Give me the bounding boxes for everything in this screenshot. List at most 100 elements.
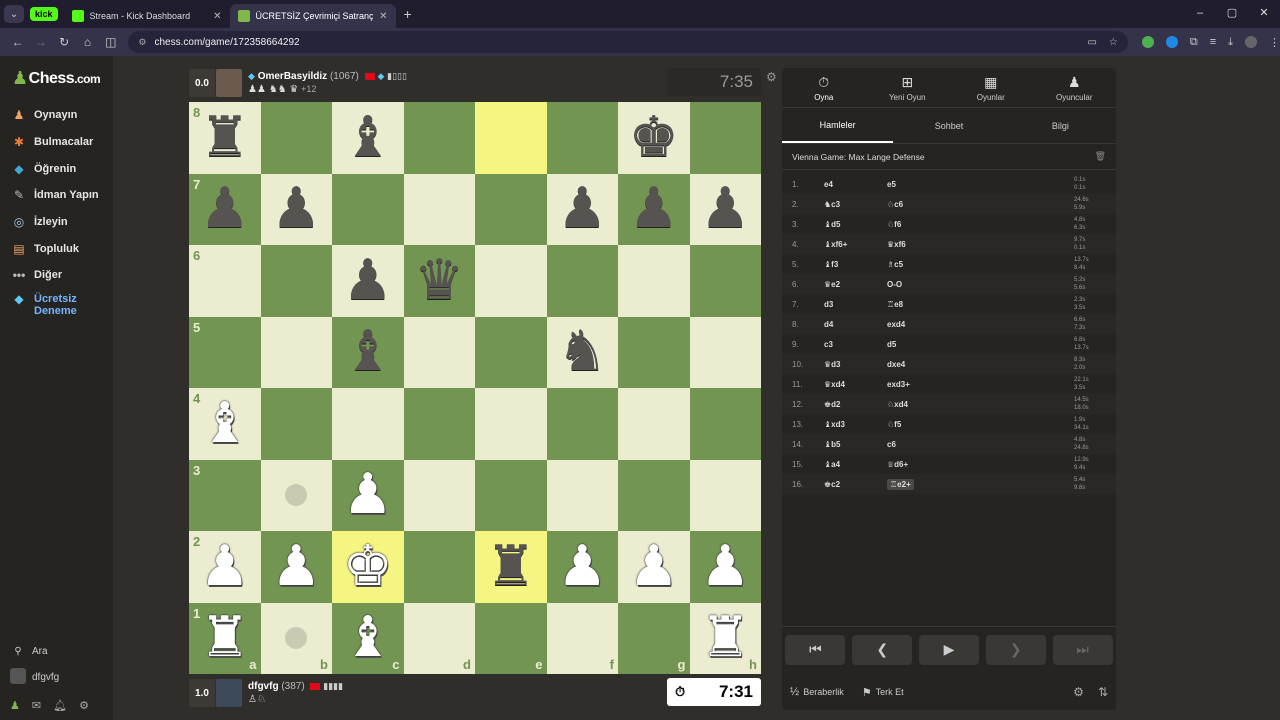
square-f5[interactable]: ♞ (546, 316, 618, 388)
close-icon[interactable]: ✕ (213, 11, 221, 22)
square-g5[interactable] (618, 316, 690, 388)
extension-icon[interactable] (1165, 36, 1178, 48)
square-e4[interactable] (475, 388, 547, 460)
white-move[interactable]: d4 (824, 320, 887, 329)
square-d2[interactable] (403, 531, 475, 603)
white-move[interactable]: ♚d2 (824, 400, 887, 409)
sidebar-item-free-trial[interactable]: ◆ Ücretsiz Deneme (10, 292, 99, 323)
black-rook-icon[interactable]: ♜ (200, 109, 250, 166)
black-move[interactable]: ♘xd4 (887, 400, 1057, 409)
black-knight-icon[interactable]: ♞ (557, 324, 607, 380)
tab-info[interactable]: Bilgi (1005, 108, 1116, 143)
square-g8[interactable]: ♚ (618, 102, 690, 174)
square-g6[interactable] (618, 245, 690, 317)
white-rook-icon[interactable]: ♜ (700, 610, 750, 666)
mail-icon[interactable]: ✉ (32, 699, 41, 712)
square-b5[interactable] (260, 316, 332, 388)
square-a6[interactable]: 6 (189, 245, 261, 317)
tab-chat[interactable]: Sohbet (893, 108, 1004, 143)
first-move-button[interactable]: ⏮︎ (785, 634, 846, 665)
tab-group-kick[interactable]: kick (30, 7, 58, 21)
forward-icon[interactable]: → (29, 35, 52, 49)
extension-icon[interactable] (1141, 36, 1154, 48)
black-pawn-icon[interactable]: ♟ (629, 181, 679, 237)
square-a5[interactable]: 5 (189, 316, 261, 388)
cast-icon[interactable]: ▭ (1087, 37, 1096, 48)
site-info-icon[interactable]: ⚙ (138, 37, 146, 48)
black-pawn-icon[interactable]: ♟ (700, 181, 750, 237)
square-h2[interactable]: ♟ (689, 531, 761, 603)
square-f2[interactable]: ♟ (546, 531, 618, 603)
next-move-button[interactable]: ❯ (985, 634, 1046, 665)
white-pawn-icon[interactable]: ♟ (629, 538, 679, 595)
flip-board-icon[interactable]: ⇅ (1098, 685, 1108, 699)
split-view-icon[interactable]: ◫ (99, 35, 122, 49)
black-queen-icon[interactable]: ♛ (414, 252, 464, 309)
square-h4[interactable] (689, 388, 761, 460)
chesscom-logo[interactable]: ♟ Chess .com (12, 68, 101, 89)
bell-icon[interactable]: 🔔︎ (53, 699, 67, 712)
white-move[interactable]: ♛xd4 (824, 380, 887, 389)
white-move[interactable]: ♝xd3 (824, 420, 887, 429)
white-pawn-icon[interactable]: ♟ (700, 538, 750, 595)
white-move[interactable]: ♚c2 (824, 480, 887, 489)
square-c2[interactable]: ♚ (332, 531, 404, 603)
black-move[interactable]: O-O (887, 280, 1057, 289)
sidebar-search[interactable]: ⚲ Ara (10, 638, 110, 664)
square-a7[interactable]: 7 ♟ (189, 173, 261, 245)
square-f6[interactable] (546, 245, 618, 317)
square-e6[interactable] (475, 245, 547, 317)
white-move[interactable]: ♛d3 (824, 360, 887, 369)
gear-icon[interactable]: ⚙ (79, 699, 89, 712)
sidebar-item-train[interactable]: ✎ İdman Yapın (10, 182, 99, 209)
square-d6[interactable]: ♛ (403, 245, 475, 317)
square-c7[interactable] (332, 173, 404, 245)
profile-avatar[interactable] (1245, 36, 1258, 48)
white-move[interactable]: ♝a4 (824, 460, 887, 469)
square-e3[interactable] (475, 459, 547, 531)
square-c3[interactable]: ♟ (332, 459, 404, 531)
square-a8[interactable]: 8 ♜ (189, 102, 261, 174)
square-e5[interactable] (475, 316, 547, 388)
sidebar-item-community[interactable]: ▤ Topluluk (10, 235, 99, 262)
white-rook-icon[interactable]: ♜ (200, 610, 250, 666)
tab-play[interactable]: ⏱︎ Oyna (782, 68, 866, 107)
square-a2[interactable]: 2 ♟ (189, 531, 261, 603)
black-move[interactable]: ♘f5 (887, 420, 1057, 429)
square-g4[interactable] (618, 388, 690, 460)
sidebar-item-watch[interactable]: ◎ İzleyin (10, 209, 99, 236)
legal-move-hint[interactable] (285, 627, 308, 650)
black-move[interactable]: ♕d6+ (887, 460, 1057, 469)
square-h3[interactable] (689, 459, 761, 531)
black-move[interactable]: ♘c6 (887, 200, 1057, 209)
square-d5[interactable] (403, 316, 475, 388)
black-bishop-icon[interactable]: ♝ (343, 324, 393, 380)
download-icon[interactable]: ⤓ (1228, 36, 1233, 49)
black-pawn-icon[interactable]: ♟ (271, 181, 321, 237)
square-e8[interactable] (475, 102, 547, 174)
white-move[interactable]: ♝d5 (824, 220, 887, 229)
square-f8[interactable] (546, 102, 618, 174)
white-move[interactable]: ♛e2 (824, 280, 887, 289)
square-h8[interactable] (689, 102, 761, 174)
avatar[interactable] (216, 679, 242, 707)
square-f3[interactable] (546, 459, 618, 531)
square-e7[interactable] (475, 173, 547, 245)
minimize-icon[interactable]: – (1184, 0, 1216, 26)
square-b4[interactable] (260, 388, 332, 460)
sidebar-item-more[interactable]: ••• Diğer (10, 262, 99, 289)
black-move[interactable]: ♖e2+ (887, 478, 1057, 490)
white-pawn-icon[interactable]: ♟ (271, 538, 321, 595)
home-icon[interactable]: ⌂ (76, 35, 99, 49)
new-tab-button[interactable]: + (404, 6, 412, 22)
tab-games[interactable]: ▦ Oyunlar (949, 68, 1033, 107)
share-icon[interactable]: ⚙ (1073, 685, 1084, 699)
square-e1[interactable]: e (475, 602, 547, 674)
trash-icon[interactable]: 🗑︎ (1095, 151, 1106, 162)
square-b2[interactable]: ♟ (260, 531, 332, 603)
square-g1[interactable]: g (618, 602, 690, 674)
square-a4[interactable]: 4 ♝ (189, 388, 261, 460)
square-h7[interactable]: ♟ (689, 173, 761, 245)
square-h1[interactable]: h ♜ (689, 602, 761, 674)
black-king-icon[interactable]: ♚ (629, 109, 679, 166)
